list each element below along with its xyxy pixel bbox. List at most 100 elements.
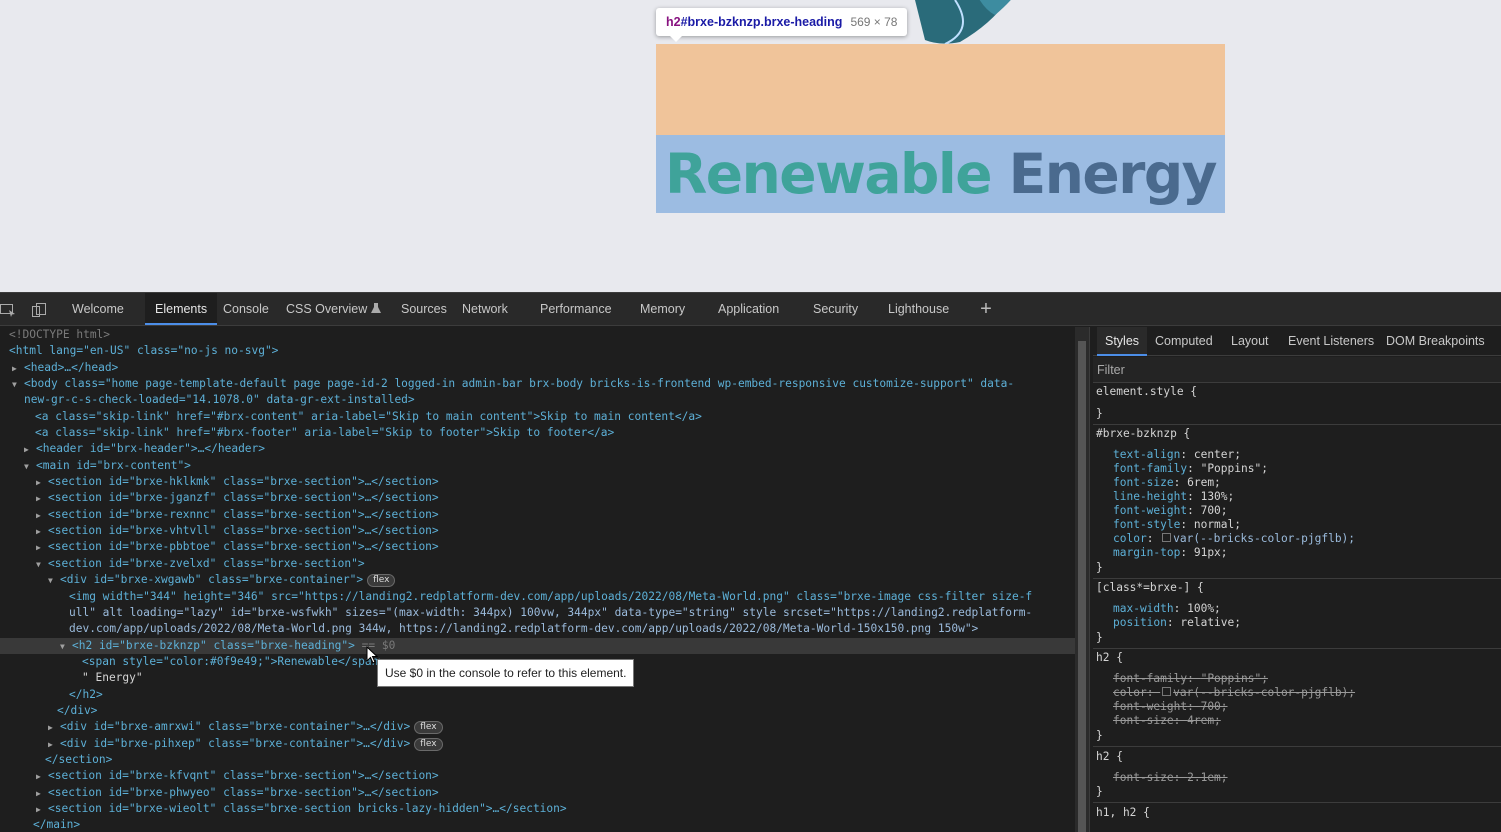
dom-line[interactable]: <img width="344" height="346" src="https… bbox=[0, 589, 1075, 605]
style-property[interactable]: font-size: 6rem; bbox=[1093, 476, 1501, 490]
dom-line[interactable]: ▶ <header id="brx-header">…</header> bbox=[0, 441, 1075, 457]
tab-elements[interactable]: Elements bbox=[145, 293, 218, 325]
expand-triangle-icon[interactable]: ▶ bbox=[24, 442, 36, 458]
add-tab-plus-icon[interactable]: + bbox=[976, 293, 996, 326]
dom-line[interactable]: ▼ <main id="brx-content"> bbox=[0, 458, 1075, 474]
dom-line[interactable]: dev.com/app/uploads/2022/08/Meta-World.p… bbox=[0, 621, 1075, 637]
prop-name[interactable]: position bbox=[1113, 616, 1167, 629]
rule-selector[interactable]: element.style { bbox=[1093, 385, 1501, 399]
flex-badge[interactable]: flex bbox=[414, 738, 443, 751]
prop-value[interactable]: center; bbox=[1194, 448, 1241, 461]
expand-triangle-icon[interactable]: ▶ bbox=[12, 361, 24, 377]
prop-name[interactable]: font-family bbox=[1113, 462, 1187, 475]
dom-line[interactable]: </h2> bbox=[0, 687, 1075, 703]
dom-line[interactable]: ▶ <section id="brxe-kfvqnt" class="brxe-s… bbox=[0, 768, 1075, 784]
collapse-triangle-icon[interactable]: ▼ bbox=[24, 459, 36, 475]
prop-value[interactable]: 700; bbox=[1201, 504, 1228, 517]
tab-memory[interactable]: Memory bbox=[640, 293, 685, 326]
prop-name[interactable]: font-weight bbox=[1113, 700, 1187, 713]
dom-line[interactable]: ▶ <head>…</head> bbox=[0, 360, 1075, 376]
tab-application[interactable]: Application bbox=[718, 293, 779, 326]
dom-line[interactable]: ▶ <section id="brxe-rexnnc" class="brxe-s… bbox=[0, 507, 1075, 523]
prop-name[interactable]: font-size bbox=[1113, 714, 1174, 727]
style-property[interactable]: font-style: normal; bbox=[1093, 518, 1501, 532]
collapse-triangle-icon[interactable]: ▼ bbox=[48, 573, 60, 589]
prop-name[interactable]: font-style bbox=[1113, 518, 1180, 531]
dom-line[interactable]: </div> bbox=[0, 703, 1075, 719]
prop-name[interactable]: color bbox=[1113, 686, 1147, 699]
style-property[interactable]: color: var(--bricks-color-pjgflb); bbox=[1093, 532, 1501, 546]
tab-network[interactable]: Network bbox=[462, 293, 508, 326]
rule-selector[interactable]: h1, h2 { bbox=[1093, 806, 1501, 820]
rule-selector[interactable]: h2 { bbox=[1093, 750, 1501, 764]
prop-value[interactable]: 6rem; bbox=[1187, 476, 1221, 489]
dom-line[interactable]: ▶ <section id="brxe-jganzf" class="brxe-s… bbox=[0, 490, 1075, 506]
style-property[interactable]: font-weight: 700; bbox=[1093, 504, 1501, 518]
overridden-property[interactable]: font-family: "Poppins"; bbox=[1093, 672, 1501, 686]
prop-name[interactable]: color bbox=[1113, 532, 1147, 545]
tab-computed[interactable]: Computed bbox=[1155, 327, 1213, 356]
dom-line[interactable]: ▶ <div id="brxe-pihxep" class="brxe-conta… bbox=[0, 736, 1075, 752]
overridden-property[interactable]: color: var(--bricks-color-pjgflb); bbox=[1093, 686, 1501, 700]
expand-triangle-icon[interactable]: ▶ bbox=[48, 737, 60, 753]
flex-badge[interactable]: flex bbox=[414, 721, 443, 734]
expand-triangle-icon[interactable]: ▶ bbox=[36, 786, 48, 802]
collapse-triangle-icon[interactable]: ▼ bbox=[36, 557, 48, 573]
rule-selector[interactable]: #brxe-bzknzp { bbox=[1093, 427, 1501, 441]
prop-value[interactable]: 91px; bbox=[1194, 546, 1228, 559]
prop-name[interactable]: font-weight bbox=[1113, 504, 1187, 517]
device-toolbar-icon[interactable] bbox=[31, 302, 47, 318]
dom-line[interactable]: ▼ <div id="brxe-xwgawb" class="brxe-conta… bbox=[0, 572, 1075, 588]
flex-badge[interactable]: flex bbox=[367, 574, 396, 587]
expand-triangle-icon[interactable]: ▶ bbox=[36, 524, 48, 540]
dom-line[interactable]: ▶ <section id="brxe-pbbtoe" class="brxe-s… bbox=[0, 539, 1075, 555]
prop-name[interactable]: font-size bbox=[1113, 476, 1174, 489]
dom-scrollbar-thumb[interactable] bbox=[1078, 341, 1086, 832]
color-swatch[interactable] bbox=[1162, 533, 1172, 542]
style-property[interactable]: margin-top: 91px; bbox=[1093, 546, 1501, 560]
tab-security[interactable]: Security bbox=[813, 293, 858, 326]
prop-value[interactable]: "Poppins"; bbox=[1201, 672, 1268, 685]
dom-line[interactable]: </section> bbox=[0, 752, 1075, 768]
expand-triangle-icon[interactable]: ▶ bbox=[36, 802, 48, 818]
style-property[interactable]: text-align: center; bbox=[1093, 448, 1501, 462]
tab-lighthouse[interactable]: Lighthouse bbox=[888, 293, 949, 326]
tab-css-overview[interactable]: CSS Overview bbox=[286, 293, 381, 326]
prop-value[interactable]: normal; bbox=[1194, 518, 1241, 531]
prop-value[interactable]: 100%; bbox=[1187, 602, 1221, 615]
prop-name[interactable]: font-size bbox=[1113, 771, 1174, 784]
tab-dom-breakpoints[interactable]: DOM Breakpoints bbox=[1386, 327, 1485, 356]
style-property[interactable]: line-height: 130%; bbox=[1093, 490, 1501, 504]
tab-console[interactable]: Console bbox=[223, 293, 269, 326]
prop-value[interactable]: relative; bbox=[1180, 616, 1241, 629]
tab-layout[interactable]: Layout bbox=[1231, 327, 1269, 356]
prop-value[interactable]: 130%; bbox=[1201, 490, 1235, 503]
dom-line[interactable]: <a class="skip-link" href="#brx-content"… bbox=[0, 409, 1075, 425]
style-property[interactable]: position: relative; bbox=[1093, 616, 1501, 630]
dom-line[interactable]: ▼ <body class="home page-template-default… bbox=[0, 376, 1075, 392]
dom-line[interactable]: <!DOCTYPE html> bbox=[0, 327, 1075, 343]
prop-value[interactable]: 2.1em; bbox=[1187, 771, 1227, 784]
styles-filter-input[interactable] bbox=[1097, 360, 1477, 380]
overridden-property[interactable]: font-size: 4rem; bbox=[1093, 714, 1501, 728]
collapse-triangle-icon[interactable]: ▼ bbox=[60, 639, 72, 655]
prop-name[interactable]: text-align bbox=[1113, 448, 1180, 461]
prop-value[interactable]: var(--bricks-color-pjgflb); bbox=[1173, 532, 1355, 545]
dom-line[interactable]: ▶ <section id="brxe-wieolt" class="brxe-s… bbox=[0, 801, 1075, 817]
dom-scrollbar[interactable] bbox=[1075, 327, 1089, 832]
prop-name[interactable]: margin-top bbox=[1113, 546, 1180, 559]
dom-line[interactable]: ▶ <section id="brxe-hklkmk" class="brxe-s… bbox=[0, 474, 1075, 490]
prop-name[interactable]: font-family bbox=[1113, 672, 1187, 685]
rule-selector[interactable]: [class*=brxe-] { bbox=[1093, 581, 1501, 595]
overridden-property[interactable]: font-size: 2.1em; bbox=[1093, 771, 1501, 785]
tab-performance[interactable]: Performance bbox=[540, 293, 612, 326]
tab-event-listeners[interactable]: Event Listeners bbox=[1288, 327, 1374, 356]
expand-triangle-icon[interactable]: ▶ bbox=[36, 769, 48, 785]
expand-triangle-icon[interactable]: ▶ bbox=[36, 508, 48, 524]
dom-line[interactable]: new-gr-c-s-check-loaded="14.1078.0" data… bbox=[0, 392, 1075, 408]
dom-line[interactable]: <html lang="en-US" class="no-js no-svg"> bbox=[0, 343, 1075, 359]
dom-line[interactable]: ▶ <section id="brxe-vhtvll" class="brxe-s… bbox=[0, 523, 1075, 539]
prop-name[interactable]: max-width bbox=[1113, 602, 1174, 615]
tab-styles[interactable]: Styles bbox=[1097, 327, 1148, 356]
dom-line[interactable]: ull" alt loading="lazy" id="brxe-wsfwkh"… bbox=[0, 605, 1075, 621]
